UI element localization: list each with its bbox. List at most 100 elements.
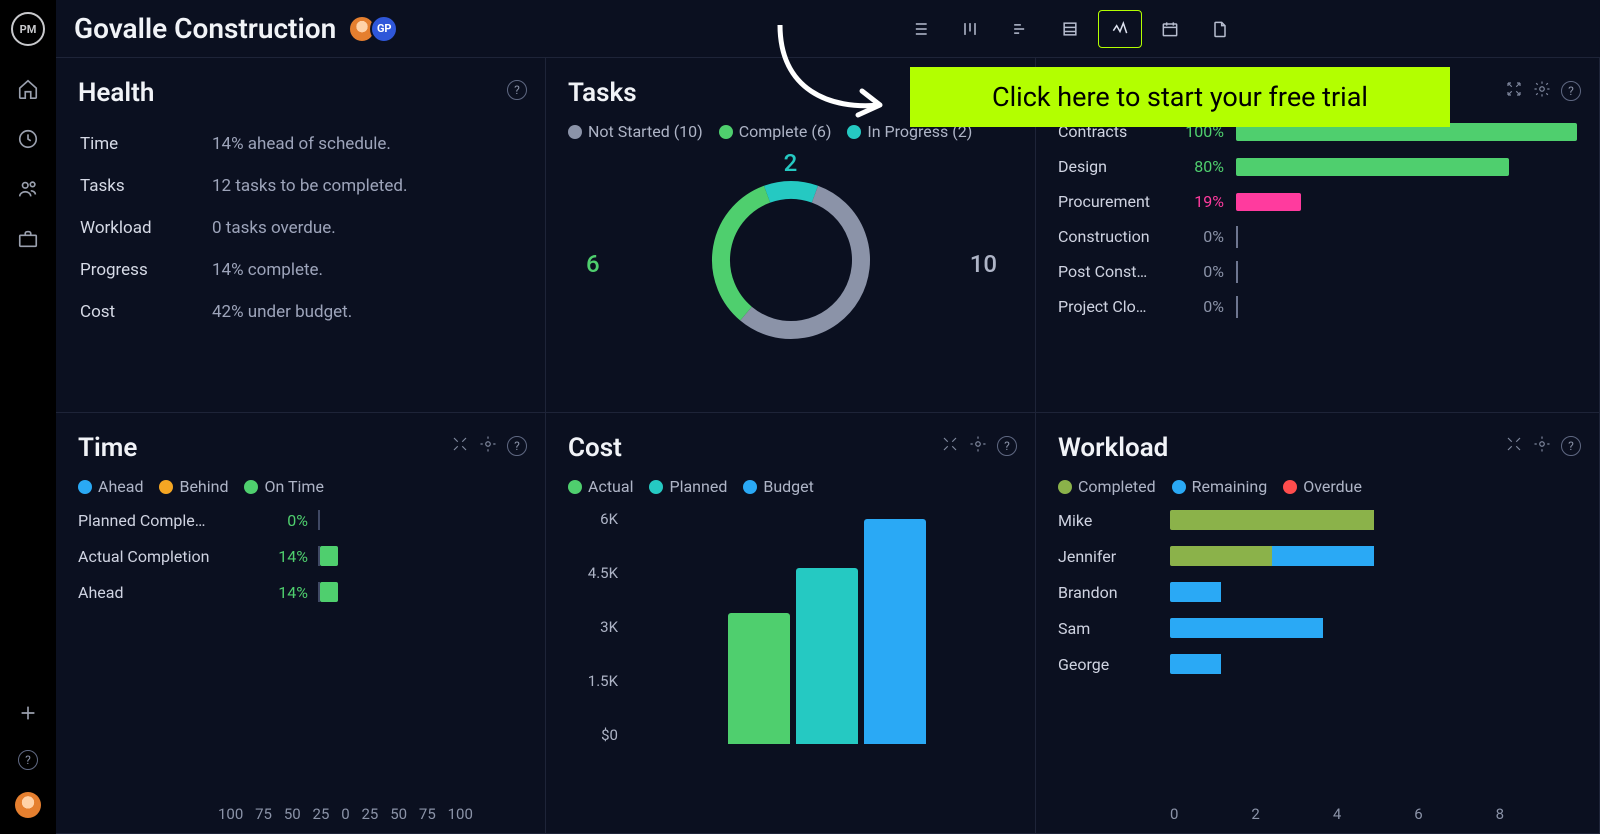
progress-bar bbox=[1236, 158, 1577, 176]
team-icon[interactable] bbox=[17, 178, 39, 204]
cost-bar bbox=[796, 568, 858, 744]
health-label: Progress bbox=[80, 250, 210, 290]
health-label: Tasks bbox=[80, 166, 210, 206]
legend-item[interactable]: Behind bbox=[159, 477, 228, 496]
panel-health: Health ? Time14% ahead of schedule.Tasks… bbox=[56, 58, 546, 413]
progress-pct: 0% bbox=[1180, 227, 1224, 246]
project-title: Govalle Construction bbox=[74, 12, 336, 45]
time-legend: Ahead Behind On Time bbox=[78, 477, 523, 496]
board-view-icon[interactable] bbox=[948, 10, 992, 48]
calendar-view-icon[interactable] bbox=[1148, 10, 1192, 48]
progress-label: Procurement bbox=[1058, 192, 1168, 211]
workload-name: Brandon bbox=[1058, 583, 1158, 602]
clock-icon[interactable] bbox=[17, 128, 39, 154]
workload-bar bbox=[1170, 618, 1577, 638]
help-icon[interactable]: ? bbox=[997, 436, 1017, 456]
workload-name: George bbox=[1058, 655, 1158, 674]
app-logo[interactable]: PM bbox=[11, 12, 45, 46]
briefcase-icon[interactable] bbox=[17, 228, 39, 254]
time-label: Actual Completion bbox=[78, 547, 248, 566]
health-value: 14% ahead of schedule. bbox=[212, 124, 521, 164]
health-value: 42% under budget. bbox=[212, 292, 521, 332]
view-switcher bbox=[898, 10, 1242, 48]
cta-banner[interactable]: Click here to start your free trial bbox=[910, 67, 1450, 127]
time-label: Ahead bbox=[78, 583, 248, 602]
progress-pct: 0% bbox=[1180, 262, 1224, 281]
progress-row: Construction 0% bbox=[1058, 227, 1577, 246]
file-view-icon[interactable] bbox=[1198, 10, 1242, 48]
gantt-view-icon[interactable] bbox=[998, 10, 1042, 48]
dashboard-view-icon[interactable] bbox=[1098, 10, 1142, 48]
workload-row: George bbox=[1058, 654, 1577, 674]
expand-icon[interactable] bbox=[941, 435, 959, 457]
legend-item[interactable]: Actual bbox=[568, 477, 633, 496]
workload-axis: 02468 bbox=[1058, 805, 1577, 823]
legend-item[interactable]: Not Started (10) bbox=[568, 122, 703, 141]
health-label: Time bbox=[80, 124, 210, 164]
progress-label: Post Const… bbox=[1058, 262, 1168, 281]
project-avatars[interactable]: GP bbox=[354, 15, 398, 43]
legend-item[interactable]: Budget bbox=[743, 477, 814, 496]
gear-icon[interactable] bbox=[969, 435, 987, 457]
workload-row: Brandon bbox=[1058, 582, 1577, 602]
expand-icon[interactable] bbox=[1505, 435, 1523, 457]
progress-row: Procurement 19% bbox=[1058, 192, 1577, 211]
legend-item[interactable]: Planned bbox=[649, 477, 727, 496]
workload-name: Mike bbox=[1058, 511, 1158, 530]
donut-value-inprogress: 2 bbox=[784, 149, 798, 177]
workload-legend: Completed Remaining Overdue bbox=[1058, 477, 1577, 496]
expand-icon[interactable] bbox=[1505, 80, 1523, 102]
health-label: Workload bbox=[80, 208, 210, 248]
progress-pct: 0% bbox=[1180, 297, 1224, 316]
health-value: 0 tasks overdue. bbox=[212, 208, 521, 248]
home-icon[interactable] bbox=[17, 78, 39, 104]
panel-workload: Workload ? Completed Remaining Overdue Mik… bbox=[1036, 413, 1600, 834]
add-icon[interactable] bbox=[17, 702, 39, 728]
panel-title: Workload bbox=[1058, 433, 1577, 463]
workload-bar bbox=[1170, 582, 1577, 602]
expand-icon[interactable] bbox=[451, 435, 469, 457]
progress-bar bbox=[1236, 263, 1577, 281]
workload-row: Mike bbox=[1058, 510, 1577, 530]
topbar: Govalle Construction GP bbox=[56, 0, 1600, 58]
gear-icon[interactable] bbox=[479, 435, 497, 457]
time-pct: 14% bbox=[248, 583, 308, 602]
progress-pct: 19% bbox=[1180, 192, 1224, 211]
time-pct: 0% bbox=[248, 511, 308, 530]
progress-bar bbox=[1236, 298, 1577, 316]
progress-bar bbox=[1236, 193, 1577, 211]
help-icon[interactable]: ? bbox=[18, 750, 38, 770]
user-avatar[interactable] bbox=[15, 792, 41, 818]
donut-value-notstarted: 10 bbox=[970, 250, 997, 278]
legend-item[interactable]: Remaining bbox=[1172, 477, 1268, 496]
progress-row: Post Const… 0% bbox=[1058, 262, 1577, 281]
help-icon[interactable]: ? bbox=[1561, 81, 1581, 101]
legend-item[interactable]: Ahead bbox=[78, 477, 143, 496]
legend-item[interactable]: Completed bbox=[1058, 477, 1156, 496]
workload-row: Jennifer bbox=[1058, 546, 1577, 566]
legend-item[interactable]: Complete (6) bbox=[719, 122, 832, 141]
progress-row: Project Clo… 0% bbox=[1058, 297, 1577, 316]
sheet-view-icon[interactable] bbox=[1048, 10, 1092, 48]
legend-item[interactable]: Overdue bbox=[1283, 477, 1362, 496]
gear-icon[interactable] bbox=[1533, 435, 1551, 457]
health-label: Cost bbox=[80, 292, 210, 332]
health-table: Time14% ahead of schedule.Tasks12 tasks … bbox=[78, 122, 523, 334]
progress-label: Construction bbox=[1058, 227, 1168, 246]
help-icon[interactable]: ? bbox=[507, 436, 527, 456]
sidebar: PM ? bbox=[0, 0, 56, 834]
help-icon[interactable]: ? bbox=[1561, 436, 1581, 456]
time-label: Planned Comple… bbox=[78, 511, 248, 530]
cost-chart: 6K4.5K3K1.5K$0 bbox=[568, 510, 1013, 750]
tasks-donut: 2 10 6 bbox=[568, 155, 1013, 365]
gear-icon[interactable] bbox=[1533, 80, 1551, 102]
workload-bar bbox=[1170, 546, 1577, 566]
avatar-initials[interactable]: GP bbox=[370, 15, 398, 43]
progress-pct: 80% bbox=[1180, 157, 1224, 176]
panel-time: Time ? AheadBehindOn Time Planned Comple… bbox=[56, 413, 546, 834]
panel-cost: Cost ? ActualPlannedBudget 6K4.5K3K1.5K$… bbox=[546, 413, 1036, 834]
help-icon[interactable]: ? bbox=[507, 80, 527, 100]
panel-title: Health bbox=[78, 78, 523, 108]
legend-item[interactable]: On Time bbox=[244, 477, 323, 496]
list-view-icon[interactable] bbox=[898, 10, 942, 48]
